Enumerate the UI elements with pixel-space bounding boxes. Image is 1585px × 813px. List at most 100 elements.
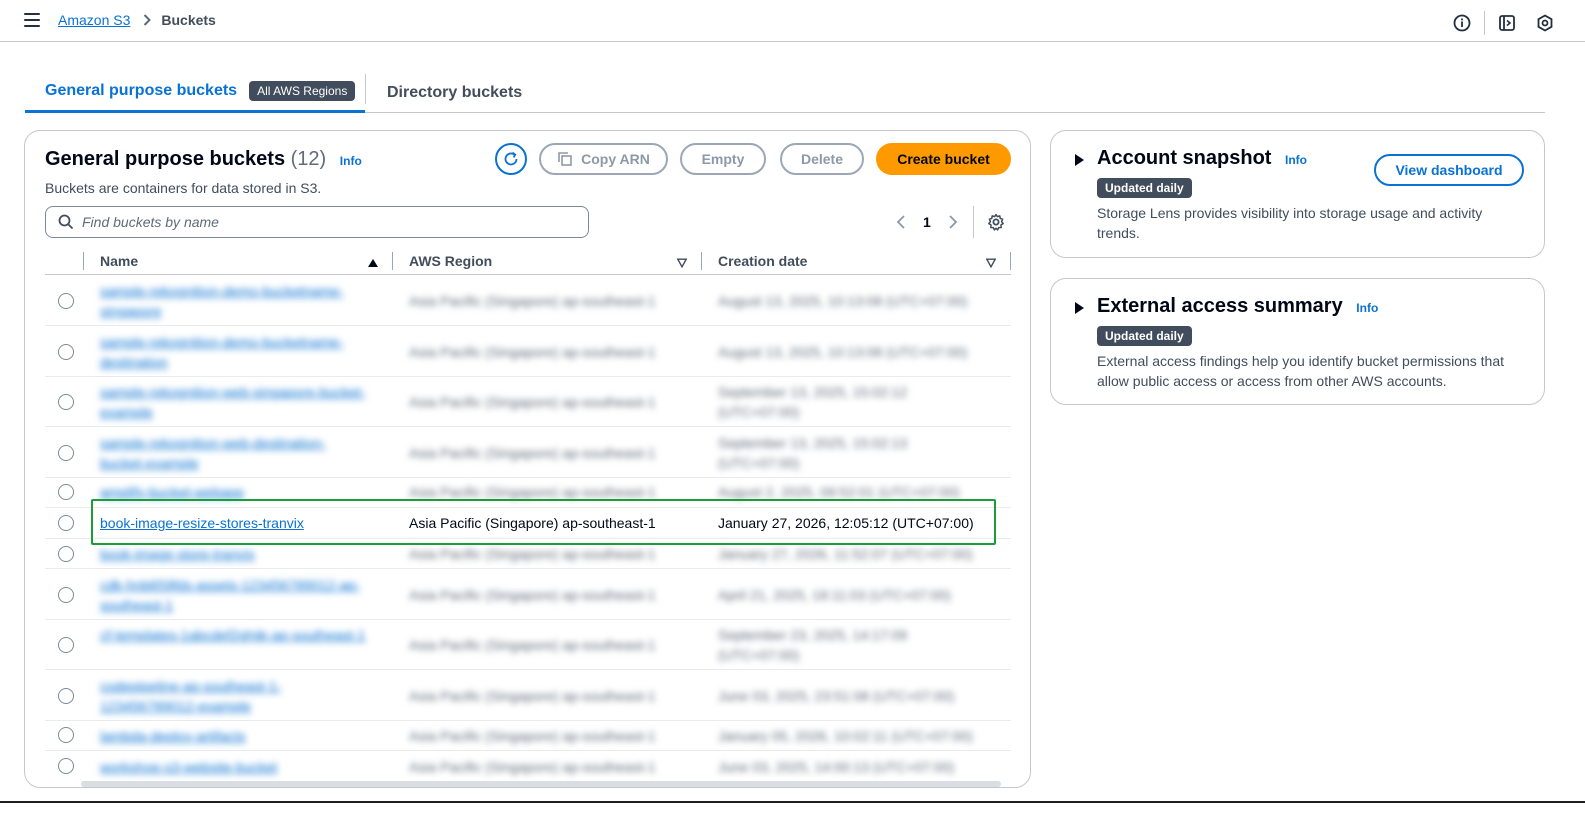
row-select-radio[interactable]: [58, 587, 74, 603]
expand-caret-icon[interactable]: [1075, 154, 1084, 166]
refresh-icon: [504, 151, 518, 166]
bucket-search: [45, 206, 589, 238]
table-row[interactable]: sample-rekognition-web-singapore-bucket-…: [45, 377, 1011, 427]
table-row[interactable]: book-image-store-tranvix Asia Pacific (S…: [45, 539, 1011, 569]
bucket-name-link[interactable]: amplify-bucket-webapp: [100, 482, 244, 502]
gear-icon[interactable]: [985, 211, 1007, 233]
column-header-name[interactable]: Name: [100, 248, 138, 274]
sort-descending-icon[interactable]: [676, 255, 688, 271]
table-row[interactable]: sample-rekognition-web-destination-bucke…: [45, 427, 1011, 478]
delete-button[interactable]: Delete: [780, 143, 864, 175]
breadcrumb-buckets: Buckets: [161, 12, 216, 28]
updated-daily-badge: Updated daily: [1097, 178, 1192, 198]
create-bucket-button[interactable]: Create bucket: [876, 143, 1011, 175]
bucket-name-link[interactable]: codepipeline-ap-southeast-1-123456789012…: [100, 676, 370, 716]
table-row[interactable]: workshop-s3-website-bucket Asia Pacific …: [45, 751, 1011, 781]
row-select-radio[interactable]: [58, 637, 74, 653]
copy-icon: [557, 151, 573, 167]
tab-general-purpose-buckets[interactable]: General purpose buckets All AWS Regions: [25, 72, 365, 113]
all-regions-badge: All AWS Regions: [249, 81, 356, 101]
external-access-description: External access findings help you identi…: [1097, 353, 1504, 389]
bucket-name-link[interactable]: sample-rekognition-demo-bucketname-singa…: [100, 281, 370, 321]
side-panel-icon[interactable]: [1497, 13, 1517, 33]
hexagon-settings-icon[interactable]: [1535, 13, 1555, 33]
bucket-region: Asia Pacific (Singapore) ap-southeast-1: [409, 445, 656, 461]
page-number[interactable]: 1: [923, 214, 931, 230]
expand-caret-icon[interactable]: [1075, 302, 1084, 314]
previous-page-icon[interactable]: [891, 215, 911, 229]
bucket-name-link[interactable]: cf-templates-1abcdef2ghijk-ap-southeast-…: [100, 625, 375, 645]
window-bottom-edge: [0, 801, 1585, 803]
panel-title-text: General purpose buckets: [45, 148, 286, 170]
bucket-creation-date: April 21, 2025, 18:11:03 (UTC+07:00): [718, 587, 951, 603]
empty-button[interactable]: Empty: [680, 143, 766, 175]
bucket-creation-date: August 13, 2025, 10:13:08 (UTC+07:00): [718, 344, 968, 360]
info-link[interactable]: Info: [1356, 301, 1378, 315]
bucket-name-link[interactable]: sample-rekognition-web-singapore-bucket-…: [100, 382, 370, 422]
sort-ascending-icon[interactable]: [368, 255, 378, 271]
table-row[interactable]: sample-rekognition-demo-bucketname-desti…: [45, 326, 1011, 377]
bucket-creation-date: September 13, 2025, 15:02:12 (UTC+07:00): [718, 384, 908, 420]
info-link[interactable]: Info: [1285, 153, 1307, 167]
row-select-radio[interactable]: [58, 394, 74, 410]
pager-divider: [973, 206, 974, 238]
view-dashboard-button[interactable]: View dashboard: [1374, 154, 1524, 186]
bucket-name-link[interactable]: book-image-store-tranvix: [100, 544, 255, 564]
bucket-region: Asia Pacific (Singapore) ap-southeast-1: [409, 394, 656, 410]
table-row[interactable]: cdk-hnb659fds-assets-123456789012-ap-sou…: [45, 569, 1011, 620]
column-divider: [1010, 252, 1011, 270]
column-header-region[interactable]: AWS Region: [409, 248, 492, 274]
copy-arn-button[interactable]: Copy ARN: [539, 143, 668, 175]
bucket-region: Asia Pacific (Singapore) ap-southeast-1: [409, 293, 656, 309]
table-row[interactable]: amplify-bucket-webapp Asia Pacific (Sing…: [45, 478, 1011, 508]
bucket-name-link[interactable]: lambda-deploy-artifacts: [100, 726, 246, 746]
table-row[interactable]: sample-rekognition-demo-bucketname-singa…: [45, 276, 1011, 326]
search-icon: [58, 214, 74, 230]
menu-icon[interactable]: [24, 13, 40, 27]
bucket-name-link[interactable]: cdk-hnb659fds-assets-123456789012-ap-sou…: [100, 575, 370, 615]
row-select-radio[interactable]: [58, 546, 74, 562]
bucket-name-link[interactable]: book-image-resize-stores-tranvix: [100, 513, 304, 533]
bucket-name-link[interactable]: sample-rekognition-web-destination-bucke…: [100, 433, 370, 473]
horizontal-scrollbar[interactable]: [81, 781, 1001, 787]
table-row-selected[interactable]: book-image-resize-stores-tranvix Asia Pa…: [45, 508, 1011, 539]
row-select-radio[interactable]: [58, 515, 74, 531]
bucket-creation-date: January 27, 2026, 11:52:07 (UTC+07:00): [718, 546, 973, 562]
row-select-radio[interactable]: [58, 344, 74, 360]
search-input[interactable]: [82, 214, 562, 230]
table-row[interactable]: codepipeline-ap-southeast-1-123456789012…: [45, 670, 1011, 721]
row-select-radio[interactable]: [58, 445, 74, 461]
bucket-creation-date: June 03, 2025, 14:00:13 (UTC+07:00): [718, 759, 955, 775]
bucket-region: Asia Pacific (Singapore) ap-southeast-1: [409, 728, 656, 744]
row-select-radio[interactable]: [58, 758, 74, 774]
table-row[interactable]: lambda-deploy-artifacts Asia Pacific (Si…: [45, 721, 1011, 751]
next-page-icon[interactable]: [943, 215, 963, 229]
copy-arn-label: Copy ARN: [581, 151, 650, 167]
bucket-creation-date: September 23, 2025, 14:17:09 (UTC+07:00): [718, 627, 908, 663]
column-header-creation-date[interactable]: Creation date: [718, 248, 807, 274]
bucket-name-link[interactable]: sample-rekognition-demo-bucketname-desti…: [100, 332, 370, 372]
external-access-title: External access summary Info: [1097, 295, 1378, 318]
sort-descending-icon[interactable]: [985, 255, 997, 271]
column-divider: [392, 252, 393, 270]
row-select-radio[interactable]: [58, 727, 74, 743]
breadcrumb-amazon-s3[interactable]: Amazon S3: [58, 12, 130, 28]
row-select-radio[interactable]: [58, 688, 74, 704]
row-select-radio[interactable]: [58, 293, 74, 309]
info-circle-icon[interactable]: [1452, 13, 1472, 33]
general-purpose-buckets-panel: General purpose buckets (12) Info Bucket…: [24, 130, 1031, 788]
tab-general-label: General purpose buckets: [45, 82, 238, 99]
info-link[interactable]: Info: [340, 154, 362, 168]
row-select-radio[interactable]: [58, 484, 74, 500]
bucket-region: Asia Pacific (Singapore) ap-southeast-1: [409, 759, 656, 775]
tab-directory-buckets[interactable]: Directory buckets: [387, 72, 522, 113]
bucket-name-link[interactable]: workshop-s3-website-bucket: [100, 757, 277, 777]
utility-icons: [1452, 11, 1555, 35]
table-row[interactable]: cf-templates-1abcdef2ghijk-ap-southeast-…: [45, 620, 1011, 670]
external-access-title-text: External access summary: [1097, 295, 1343, 317]
refresh-button[interactable]: [495, 143, 527, 175]
bucket-region: Asia Pacific (Singapore) ap-southeast-1: [409, 484, 656, 500]
account-snapshot-description: Storage Lens provides visibility into st…: [1097, 205, 1483, 241]
external-access-summary-panel: External access summary Info Updated dai…: [1050, 278, 1545, 405]
updated-daily-badge: Updated daily: [1097, 326, 1192, 346]
